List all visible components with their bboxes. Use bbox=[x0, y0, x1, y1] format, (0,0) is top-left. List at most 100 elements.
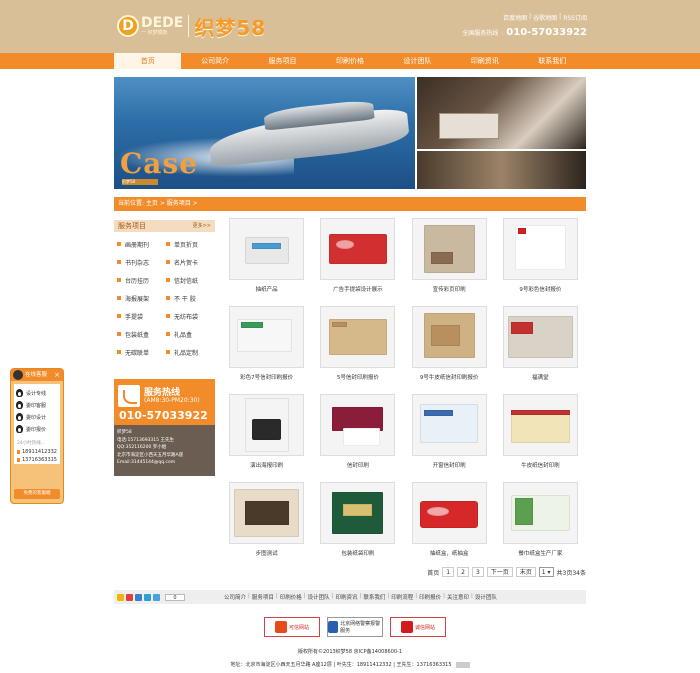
product-caption[interactable]: 餐巾纸盒生产厂家 bbox=[518, 549, 562, 557]
product-thumbnail[interactable] bbox=[320, 482, 396, 544]
product-thumbnail[interactable] bbox=[411, 306, 487, 368]
sidebar-item[interactable]: 礼品定制 bbox=[166, 346, 215, 358]
footer-link[interactable]: 印刷流程 bbox=[389, 593, 415, 601]
product-thumbnail[interactable] bbox=[411, 218, 487, 280]
share-weibo-icon[interactable] bbox=[126, 593, 133, 601]
product-card[interactable]: 抽纸产品 bbox=[221, 218, 312, 306]
product-card[interactable]: 包装纸袋印刷 bbox=[312, 482, 403, 570]
trust-badge-integrity[interactable]: 诚信网站 bbox=[390, 617, 446, 637]
pager-next[interactable]: 下一页 bbox=[486, 567, 513, 577]
pager-select[interactable]: 1 ▾ bbox=[538, 567, 554, 577]
pager-page-3[interactable]: 3 bbox=[471, 567, 484, 577]
product-caption[interactable]: 宣传彩页印刷 bbox=[433, 285, 466, 293]
nav-item-news[interactable]: 印刷资讯 bbox=[451, 53, 518, 69]
sidebar-item[interactable]: 名片贺卡 bbox=[166, 256, 215, 268]
top-link-baidu-map[interactable]: 百度地图 bbox=[503, 13, 527, 22]
product-thumbnail[interactable] bbox=[320, 306, 396, 368]
product-caption[interactable]: 广告手提袋设计展示 bbox=[333, 285, 383, 293]
sidebar-item[interactable]: 画册期刊 bbox=[117, 238, 166, 250]
pager-page-1[interactable]: 1 bbox=[442, 567, 455, 577]
nav-item-prices[interactable]: 印刷价格 bbox=[316, 53, 383, 69]
qq-free-client-button[interactable]: 免费的客服端 bbox=[14, 489, 60, 499]
nav-item-contact[interactable]: 联系我们 bbox=[519, 53, 586, 69]
product-caption[interactable]: 牛皮纸信封印刷 bbox=[521, 461, 560, 469]
product-card[interactable]: 5号信封印刷报价 bbox=[312, 306, 403, 394]
nav-item-team[interactable]: 设计团队 bbox=[384, 53, 451, 69]
footer-link[interactable]: 服务项目 bbox=[250, 593, 276, 601]
sidebar-item[interactable]: 不 干 胶 bbox=[166, 292, 215, 304]
product-card[interactable]: 抽纸盒，纸抽盒 bbox=[404, 482, 495, 570]
trust-badge-trusted-site[interactable]: 可信网站 bbox=[264, 617, 320, 637]
share-qzone-icon[interactable] bbox=[117, 593, 124, 601]
sidebar-item[interactable]: 无纺布袋 bbox=[166, 310, 215, 322]
sidebar-item[interactable]: 无碳联单 bbox=[117, 346, 166, 358]
hero-banner[interactable]: Case 织梦58 bbox=[114, 77, 586, 189]
share-tqq-icon[interactable] bbox=[135, 593, 142, 601]
product-card[interactable]: 广告手提袋设计展示 bbox=[312, 218, 403, 306]
nav-item-about[interactable]: 公司简介 bbox=[181, 53, 248, 69]
sidebar-item[interactable]: 手提袋 bbox=[117, 310, 166, 322]
sidebar-more-link[interactable]: 更多>> bbox=[193, 220, 211, 232]
qq-agent[interactable]: 委印报价 bbox=[16, 423, 58, 435]
sidebar-item[interactable]: 信封信纸 bbox=[166, 274, 215, 286]
product-thumbnail[interactable] bbox=[502, 306, 578, 368]
product-caption[interactable]: 抽纸产品 bbox=[256, 285, 278, 293]
product-card[interactable]: 9号牛皮纸信封印刷报价 bbox=[404, 306, 495, 394]
footer-link[interactable]: 印刷资讯 bbox=[334, 593, 360, 601]
pager-home[interactable]: 首页 bbox=[427, 568, 439, 577]
nav-item-home[interactable]: 首页 bbox=[114, 53, 182, 69]
footer-link[interactable]: 印刷价格 bbox=[278, 593, 304, 601]
footer-link[interactable]: 设计团队 bbox=[473, 593, 499, 601]
footer-link[interactable]: 关注意印 bbox=[445, 593, 471, 601]
sidebar-item[interactable]: 礼品盒 bbox=[166, 328, 215, 340]
trust-badge-police[interactable]: 北京网络警察报警服务 bbox=[327, 617, 383, 637]
sidebar-item[interactable]: 海报展架 bbox=[117, 292, 166, 304]
site-logo[interactable]: D DEDE 一 织梦模板 织梦58 bbox=[117, 13, 266, 40]
product-thumbnail[interactable] bbox=[229, 394, 305, 456]
product-caption[interactable]: 抽纸盒，纸抽盒 bbox=[430, 549, 469, 557]
qq-agent[interactable]: 委印客服 bbox=[16, 399, 58, 411]
sidebar-item[interactable]: 书刊杂志 bbox=[117, 256, 166, 268]
product-card[interactable]: 彩色7号信封印刷报价 bbox=[221, 306, 312, 394]
sidebar-item[interactable]: 单页折页 bbox=[166, 238, 215, 250]
product-thumbnail[interactable] bbox=[320, 394, 396, 456]
product-caption[interactable]: 演出海报印刷 bbox=[250, 461, 283, 469]
product-caption[interactable]: 福满堂 bbox=[532, 373, 549, 381]
product-caption[interactable]: 5号信封印刷报价 bbox=[337, 373, 379, 381]
product-thumbnail[interactable] bbox=[502, 218, 578, 280]
product-caption[interactable]: 信封印刷 bbox=[347, 461, 369, 469]
product-caption[interactable]: 包装纸袋印刷 bbox=[341, 549, 374, 557]
pager-page-2[interactable]: 2 bbox=[457, 567, 469, 577]
product-thumbnail[interactable] bbox=[229, 218, 305, 280]
share-more-icon[interactable] bbox=[153, 593, 160, 601]
sidebar-item[interactable]: 包装纸盒 bbox=[117, 328, 166, 340]
product-caption[interactable]: 步图测试 bbox=[256, 549, 278, 557]
qq-agent[interactable]: 委印设计 bbox=[16, 411, 58, 423]
product-thumbnail[interactable] bbox=[229, 482, 305, 544]
product-thumbnail[interactable] bbox=[502, 394, 578, 456]
product-card[interactable]: 信封印刷 bbox=[312, 394, 403, 482]
breadcrumb[interactable]: 当前位置: 主页 > 服务项目 > bbox=[114, 197, 586, 211]
product-card[interactable]: 步图测试 bbox=[221, 482, 312, 570]
nav-item-services[interactable]: 服务项目 bbox=[249, 53, 316, 69]
qq-close-icon[interactable]: × bbox=[54, 369, 60, 381]
product-card[interactable]: 9号彩色信封报价 bbox=[495, 218, 586, 306]
product-card[interactable]: 牛皮纸信封印刷 bbox=[495, 394, 586, 482]
sidebar-item[interactable]: 台历挂历 bbox=[117, 274, 166, 286]
product-card[interactable]: 宣传彩页印刷 bbox=[404, 218, 495, 306]
product-caption[interactable]: 9号彩色信封报价 bbox=[519, 285, 561, 293]
footer-link[interactable]: 印刷报价 bbox=[417, 593, 443, 601]
qq-agent[interactable]: 设计专线 bbox=[16, 387, 58, 399]
product-thumbnail[interactable] bbox=[229, 306, 305, 368]
top-link-rss[interactable]: RSS订阅 bbox=[563, 13, 587, 22]
product-thumbnail[interactable] bbox=[320, 218, 396, 280]
footer-link[interactable]: 公司简介 bbox=[222, 593, 248, 601]
product-caption[interactable]: 开窗信封印刷 bbox=[433, 461, 466, 469]
product-thumbnail[interactable] bbox=[411, 394, 487, 456]
share-renren-icon[interactable] bbox=[144, 593, 151, 601]
footer-link[interactable]: 设计团队 bbox=[306, 593, 332, 601]
product-caption[interactable]: 彩色7号信封印刷报价 bbox=[240, 373, 293, 381]
product-card[interactable]: 福满堂 bbox=[495, 306, 586, 394]
pager-last[interactable]: 末页 bbox=[515, 567, 536, 577]
product-caption[interactable]: 9号牛皮纸信封印刷报价 bbox=[420, 373, 479, 381]
